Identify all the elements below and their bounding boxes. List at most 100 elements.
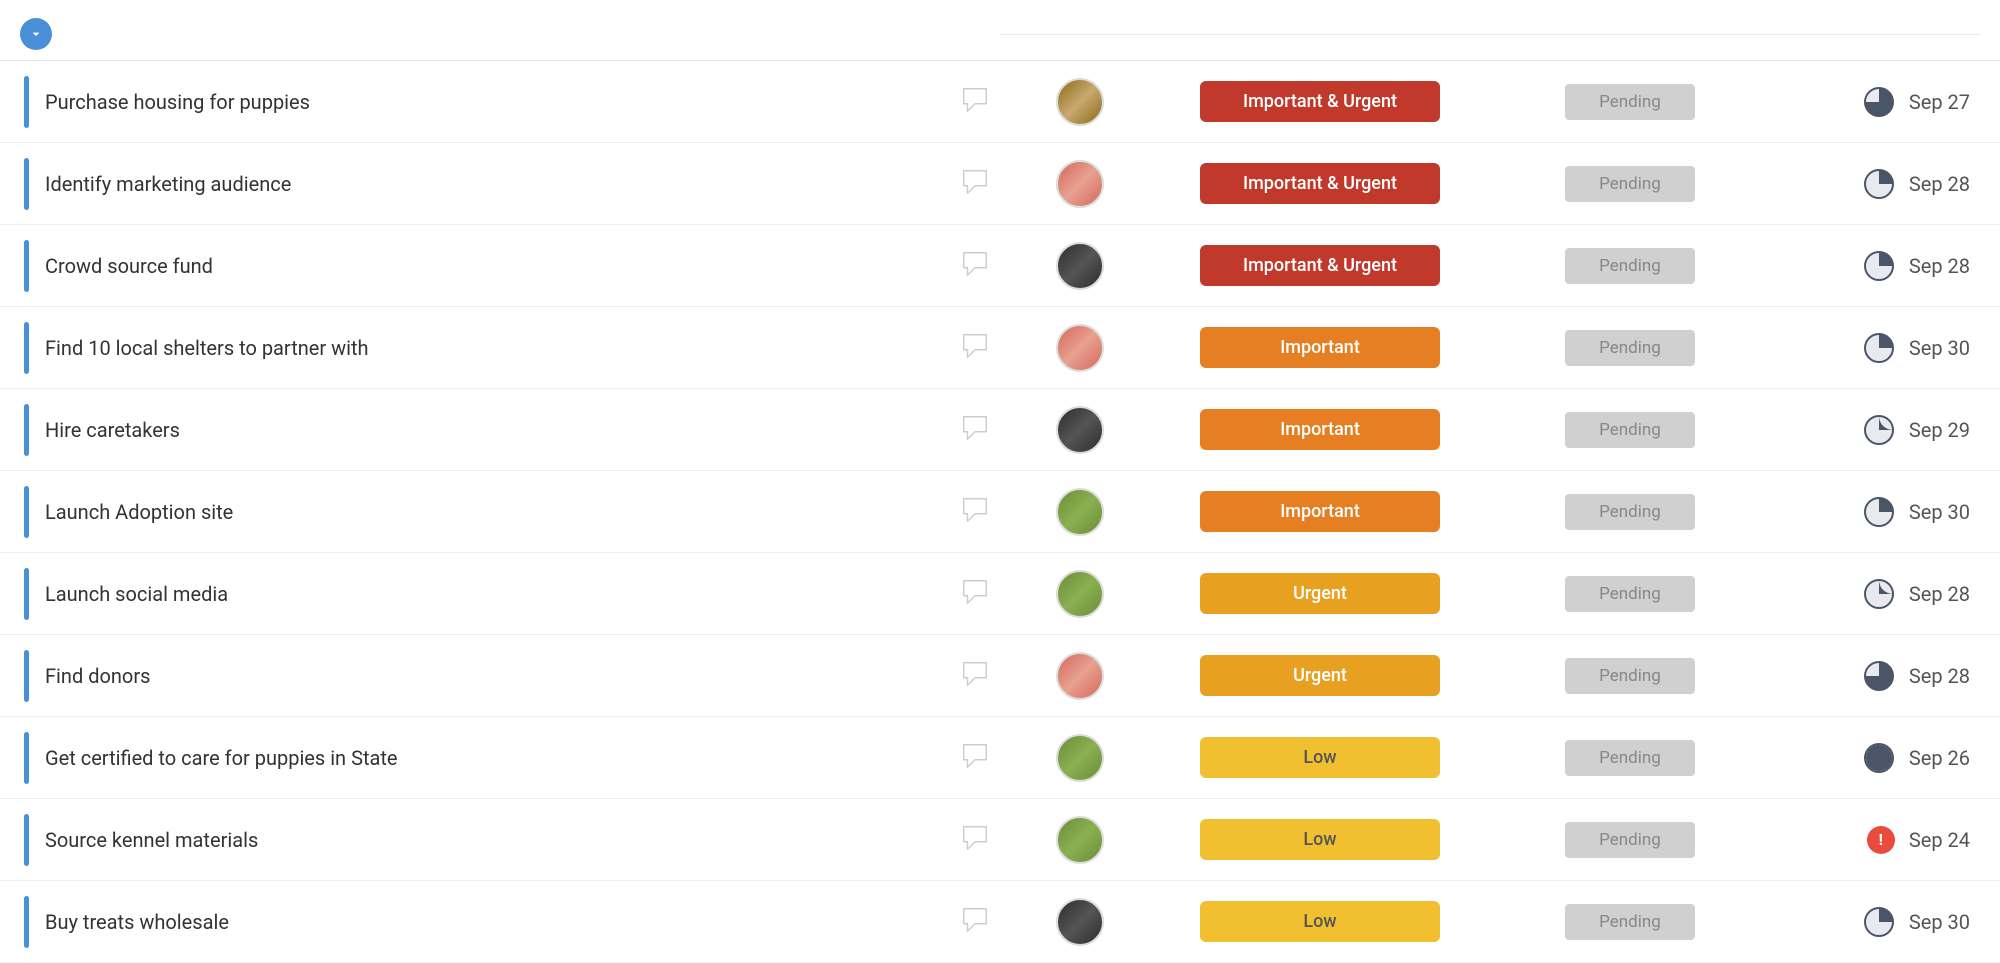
status-badge: Pending [1565,494,1695,530]
avatar [1056,898,1104,946]
priority-cell: Important & Urgent [1160,245,1480,286]
table-row[interactable]: Hire caretakers Important Pending Sep 29 [0,389,2000,471]
priority-cell: Low [1160,819,1480,860]
alert-icon: ! [1867,826,1895,854]
avatar [1056,816,1104,864]
clock-icon [1863,742,1895,774]
table-row[interactable]: Buy treats wholesale Low Pending Sep 30 [0,881,2000,963]
section-header [0,0,2000,61]
comment-icon[interactable] [960,167,990,201]
status-cell: Pending [1480,658,1780,694]
date-cell: Sep 27 [1780,86,1980,118]
task-name-cell: Identify marketing audience [20,158,1000,210]
status-cell: Pending [1480,904,1780,940]
clock-icon [1863,86,1895,118]
owner-cell [1000,734,1160,782]
comment-icon[interactable] [960,905,990,939]
priority-bar [24,650,29,702]
table-row[interactable]: Get certified to care for puppies in Sta… [0,717,2000,799]
comment-icon[interactable] [960,331,990,365]
date-cell: Sep 30 [1780,906,1980,938]
status-badge: Pending [1565,658,1695,694]
clock-icon [1863,332,1895,364]
priority-bar [24,732,29,784]
table-row[interactable]: Find 10 local shelters to partner with I… [0,307,2000,389]
task-name-cell: Launch Adoption site [20,486,1000,538]
avatar [1056,734,1104,782]
table-row[interactable]: Crowd source fund Important & Urgent Pen… [0,225,2000,307]
priority-cell: Important [1160,327,1480,368]
comment-icon[interactable] [960,741,990,775]
owner-cell [1000,652,1160,700]
status-badge: Pending [1565,330,1695,366]
status-badge: Pending [1565,904,1695,940]
comment-icon[interactable] [960,249,990,283]
avatar [1056,160,1104,208]
clock-icon [1863,660,1895,692]
comment-icon[interactable] [960,823,990,857]
priority-cell: Low [1160,901,1480,942]
task-name: Buy treats wholesale [45,910,944,934]
priority-badge: Low [1200,737,1440,778]
date-value: Sep 28 [1909,172,1970,196]
priority-badge: Low [1200,819,1440,860]
date-value: Sep 29 [1909,418,1970,442]
comment-icon[interactable] [960,495,990,529]
status-cell: Pending [1480,822,1780,858]
date-cell: Sep 30 [1780,496,1980,528]
date-value: Sep 30 [1909,336,1970,360]
priority-badge: Important & Urgent [1200,163,1440,204]
comment-icon[interactable] [960,659,990,693]
priority-bar [24,322,29,374]
table-row[interactable]: Identify marketing audience Important & … [0,143,2000,225]
priority-bar [24,568,29,620]
task-name-cell: Buy treats wholesale [20,896,1000,948]
date-value: Sep 28 [1909,582,1970,606]
status-cell: Pending [1480,576,1780,612]
status-badge: Pending [1565,84,1695,120]
date-cell: Sep 30 [1780,332,1980,364]
table-row[interactable]: Launch Adoption site Important Pending S… [0,471,2000,553]
table-row[interactable]: Purchase housing for puppies Important &… [0,61,2000,143]
chevron-down-icon[interactable] [20,18,52,50]
table-row[interactable]: Find donors Urgent Pending Sep 28 [0,635,2000,717]
owner-cell [1000,406,1160,454]
comment-icon[interactable] [960,413,990,447]
status-cell: Pending [1480,84,1780,120]
owner-cell [1000,898,1160,946]
status-badge: Pending [1565,740,1695,776]
date-cell: Sep 28 [1780,578,1980,610]
task-name: Source kennel materials [45,828,944,852]
priority-bar [24,404,29,456]
priority-badge: Urgent [1200,655,1440,696]
clock-icon [1863,250,1895,282]
date-cell: Sep 28 [1780,168,1980,200]
comment-icon[interactable] [960,577,990,611]
priority-cell: Important [1160,491,1480,532]
status-cell: Pending [1480,330,1780,366]
task-name-cell: Source kennel materials [20,814,1000,866]
avatar [1056,488,1104,536]
date-value: Sep 28 [1909,664,1970,688]
owner-cell [1000,78,1160,126]
status-cell: Pending [1480,166,1780,202]
priority-bar [24,240,29,292]
priority-cell: Important & Urgent [1160,163,1480,204]
task-name: Find donors [45,664,944,688]
task-name-cell: Purchase housing for puppies [20,76,1000,128]
owner-cell [1000,324,1160,372]
date-value: Sep 26 [1909,746,1970,770]
comment-icon[interactable] [960,85,990,119]
priority-badge: Important [1200,491,1440,532]
priority-badge: Low [1200,901,1440,942]
avatar [1056,324,1104,372]
date-value: Sep 30 [1909,500,1970,524]
owner-cell [1000,570,1160,618]
table-row[interactable]: Source kennel materials Low Pending ! Se… [0,799,2000,881]
task-name: Purchase housing for puppies [45,90,944,114]
table-row[interactable]: Launch social media Urgent Pending Sep 2… [0,553,2000,635]
date-cell: Sep 29 [1780,414,1980,446]
status-cell: Pending [1480,494,1780,530]
task-name: Crowd source fund [45,254,944,278]
date-value: Sep 28 [1909,254,1970,278]
